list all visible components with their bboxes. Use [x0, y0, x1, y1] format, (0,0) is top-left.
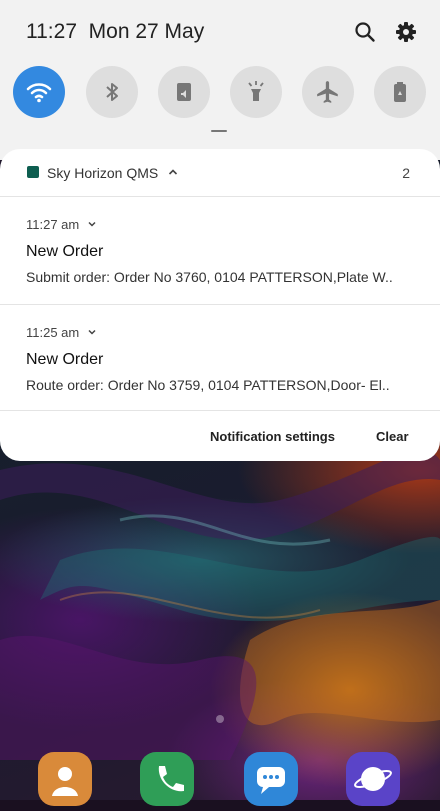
- airplane-mode-icon: [317, 81, 338, 103]
- divider: [0, 196, 440, 197]
- notification-settings-button[interactable]: Notification settings: [210, 429, 335, 444]
- wifi-toggle[interactable]: [13, 66, 65, 118]
- quick-panel: 11:27 Mon 27 May: [0, 0, 440, 160]
- notification-title: New Order: [26, 243, 104, 260]
- airplane-mode-toggle[interactable]: [302, 66, 354, 118]
- bluetooth-icon: [106, 83, 118, 101]
- chevron-down-icon[interactable]: [87, 219, 97, 229]
- notification-item[interactable]: 11:27 am New Order Submit order: Order N…: [26, 215, 416, 286]
- app-name: Sky Horizon QMS: [47, 165, 159, 181]
- notification-time-row: 11:25 am: [26, 323, 416, 341]
- panel-drag-handle[interactable]: [211, 130, 227, 132]
- notification-item[interactable]: 11:25 am New Order Route order: Order No…: [26, 323, 416, 394]
- notification-body: Route order: Order No 3759, 0104 PATTERS…: [26, 377, 390, 393]
- wifi-icon: [26, 83, 52, 103]
- notification-count: 2: [402, 165, 410, 181]
- clear-button[interactable]: Clear: [376, 429, 409, 444]
- battery-saver-icon: [394, 82, 406, 102]
- gear-icon[interactable]: [394, 20, 418, 44]
- bluetooth-toggle[interactable]: [86, 66, 138, 118]
- notification-group-card: Sky Horizon QMS 2 11:27 am New Order Sub…: [0, 149, 440, 461]
- contacts-icon[interactable]: [38, 752, 92, 806]
- notification-body: Submit order: Order No 3760, 0104 PATTER…: [26, 269, 393, 285]
- chevron-up-icon[interactable]: [167, 166, 179, 178]
- divider: [0, 304, 440, 305]
- notification-time-row: 11:27 am: [26, 215, 416, 233]
- notification-group-header[interactable]: Sky Horizon QMS 2: [0, 149, 440, 197]
- search-icon[interactable]: [353, 20, 377, 44]
- phone-icon[interactable]: [140, 752, 194, 806]
- messages-icon[interactable]: [244, 752, 298, 806]
- quick-settings-row: [0, 66, 440, 118]
- divider: [0, 410, 440, 411]
- notification-title: New Order: [26, 351, 104, 368]
- page-indicator: [216, 715, 224, 723]
- status-time: 11:27: [26, 20, 77, 43]
- flashlight-icon: [248, 81, 264, 101]
- app-icon: [27, 166, 39, 178]
- battery-saver-toggle[interactable]: [374, 66, 426, 118]
- notification-time: 11:25 am: [26, 324, 80, 340]
- sound-icon: [177, 83, 191, 101]
- flashlight-toggle[interactable]: [230, 66, 282, 118]
- notification-time: 11:27 am: [26, 216, 80, 232]
- status-clock: 11:27 Mon 27 May: [26, 20, 204, 44]
- sound-toggle[interactable]: [158, 66, 210, 118]
- status-date: Mon 27 May: [88, 20, 205, 43]
- internet-icon[interactable]: [346, 752, 400, 806]
- chevron-down-icon[interactable]: [87, 327, 97, 337]
